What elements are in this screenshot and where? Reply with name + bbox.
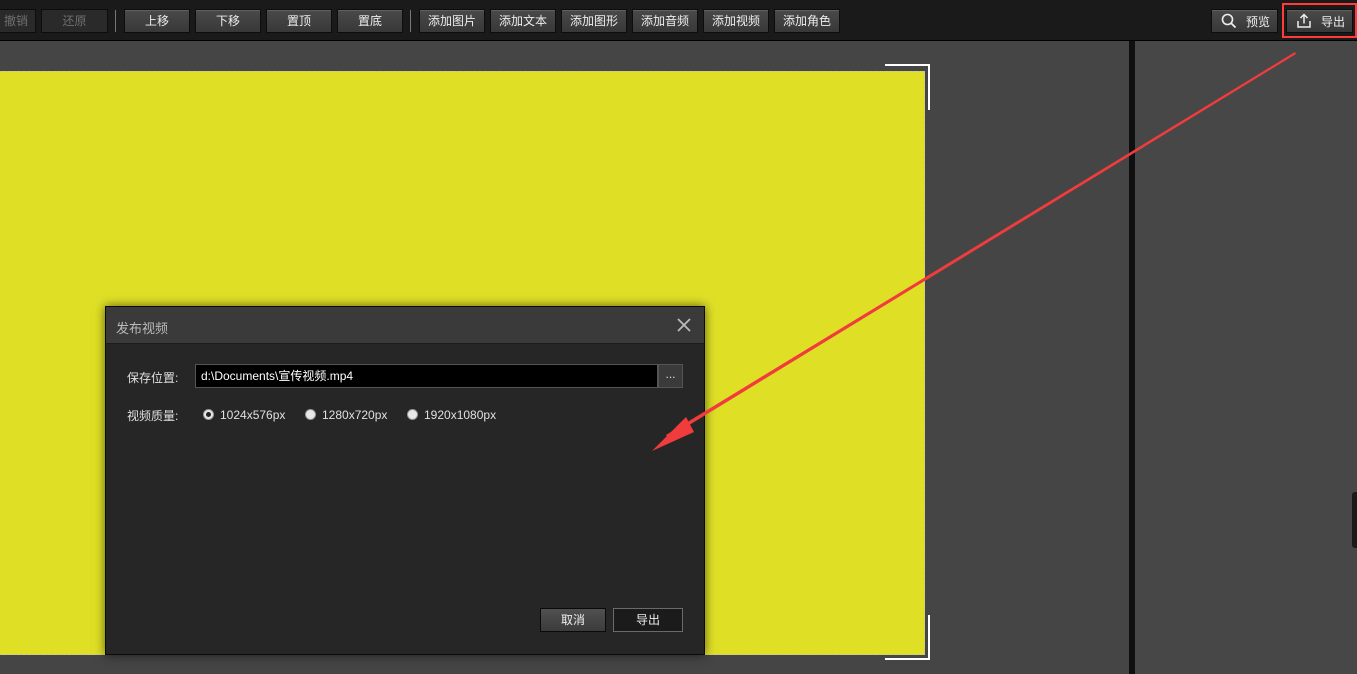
save-location-label: 保存位置:: [127, 371, 179, 385]
preview-button[interactable]: 预览: [1211, 9, 1278, 33]
toolbar: 撤销 还原 上移 下移 置顶 置底 添加图片 添加文本 添加图形 添加音频 添加…: [0, 0, 1357, 41]
browse-button[interactable]: ...: [658, 364, 683, 388]
dialog-title-bar[interactable]: 发布视频: [106, 307, 704, 344]
toolbar-separator: [115, 10, 116, 32]
undo-button[interactable]: 撤销: [0, 9, 36, 33]
add-video-button[interactable]: 添加视频: [703, 9, 769, 33]
move-up-button[interactable]: 上移: [124, 9, 190, 33]
quality-option-label[interactable]: 1024x576px: [220, 408, 285, 422]
quality-option-label[interactable]: 1280x720px: [322, 408, 387, 422]
quality-radio-1024[interactable]: [203, 409, 214, 420]
search-icon: [1221, 13, 1237, 29]
bring-to-top-button[interactable]: 置顶: [266, 9, 332, 33]
redo-button[interactable]: 还原: [41, 9, 108, 33]
toolbar-separator: [410, 10, 411, 32]
publish-video-dialog: 发布视频 保存位置: d:\Documents\宣传视频.mp4 ... 视频质…: [105, 306, 705, 655]
add-shape-button[interactable]: 添加图形: [561, 9, 627, 33]
add-text-button[interactable]: 添加文本: [490, 9, 556, 33]
stage-corner-top-right: [885, 64, 930, 110]
properties-panel: [1135, 41, 1357, 674]
radio-selected-dot: [206, 412, 211, 417]
add-audio-button[interactable]: 添加音频: [632, 9, 698, 33]
stage-corner-bottom-right: [885, 615, 930, 660]
export-confirm-button[interactable]: 导出: [613, 608, 683, 632]
export-highlight-box: [1282, 3, 1357, 38]
save-path-input[interactable]: d:\Documents\宣传视频.mp4: [195, 364, 658, 388]
add-character-button[interactable]: 添加角色: [774, 9, 840, 33]
dialog-title: 发布视频: [116, 321, 169, 336]
quality-label: 视频质量:: [127, 409, 179, 423]
add-image-button[interactable]: 添加图片: [419, 9, 485, 33]
quality-radio-1280[interactable]: [305, 409, 316, 420]
move-down-button[interactable]: 下移: [195, 9, 261, 33]
panel-collapse-handle[interactable]: [1352, 492, 1357, 548]
quality-radio-1920[interactable]: [407, 409, 418, 420]
preview-label: 预览: [1246, 15, 1271, 29]
quality-option-label[interactable]: 1920x1080px: [424, 408, 496, 422]
send-to-bottom-button[interactable]: 置底: [337, 9, 403, 33]
cancel-button[interactable]: 取消: [540, 608, 606, 632]
close-icon[interactable]: [674, 315, 694, 335]
